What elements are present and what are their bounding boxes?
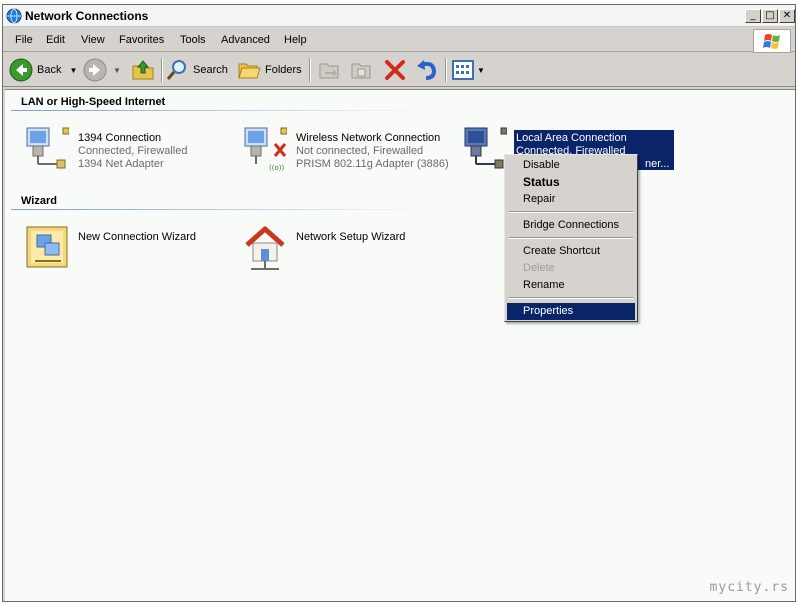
menu-item-delete: Delete bbox=[523, 262, 555, 274]
minimize-button[interactable]: _ bbox=[745, 9, 761, 23]
wireless-connection-icon: ((o)) bbox=[244, 127, 287, 172]
group-header-wizard: Wizard bbox=[21, 195, 57, 207]
menu-separator bbox=[509, 211, 633, 213]
file-list-view[interactable]: LAN or High-Speed Internet 1394 Connecti… bbox=[5, 89, 795, 601]
menu-bar: File Edit View Favorites Tools Advanced … bbox=[3, 28, 795, 53]
copy-to-button[interactable] bbox=[349, 58, 373, 82]
copy-to-icon bbox=[351, 63, 371, 79]
toolbar: Back ▼ ▼ Search Folders ▼ bbox=[3, 53, 795, 87]
menu-item-status[interactable]: Status bbox=[507, 174, 635, 191]
connection-wireless[interactable]: ((o)) Wireless Network Connection Not co… bbox=[239, 124, 469, 174]
views-button[interactable]: ▼ bbox=[451, 58, 485, 82]
move-to-button[interactable] bbox=[317, 58, 341, 82]
folders-icon bbox=[238, 63, 261, 79]
menu-item-disable[interactable]: Disable bbox=[507, 157, 635, 174]
back-dropdown-icon[interactable]: ▼ bbox=[69, 66, 77, 75]
connection-device: ner... bbox=[645, 158, 670, 170]
toolbar-separator bbox=[161, 58, 163, 82]
menu-item-bridge-connections[interactable]: Bridge Connections bbox=[507, 217, 635, 234]
views-grid-icon bbox=[452, 60, 474, 80]
new-connection-wizard[interactable]: New Connection Wizard bbox=[23, 223, 223, 273]
connection-name: Local Area Connection bbox=[516, 132, 627, 144]
toolbar-separator bbox=[445, 58, 447, 82]
move-to-icon bbox=[319, 63, 339, 79]
title-bar[interactable]: Network Connections _ □ ✕ bbox=[3, 5, 795, 27]
menu-separator bbox=[509, 297, 633, 299]
undo-button[interactable] bbox=[415, 58, 439, 82]
close-button[interactable]: ✕ bbox=[779, 9, 795, 23]
wizard-name: Network Setup Wizard bbox=[296, 231, 406, 243]
new-connection-wizard-icon bbox=[26, 226, 68, 268]
folders-button[interactable]: Folders bbox=[237, 58, 302, 82]
network-connection-icon bbox=[464, 127, 507, 169]
forward-dropdown-icon[interactable]: ▼ bbox=[113, 66, 121, 75]
connection-status: Connected, Firewalled bbox=[78, 145, 188, 157]
menu-favorites[interactable]: Favorites bbox=[119, 34, 164, 46]
explorer-window: Network Connections _ □ ✕ File Edit View… bbox=[2, 4, 796, 602]
wizard-name: New Connection Wizard bbox=[78, 231, 196, 243]
back-button[interactable]: Back ▼ bbox=[9, 58, 77, 82]
delete-x-icon bbox=[385, 60, 405, 80]
context-menu: Disable Status Repair Bridge Connections… bbox=[504, 154, 638, 322]
views-dropdown-icon[interactable]: ▼ bbox=[477, 66, 485, 75]
menu-item-repair[interactable]: Repair bbox=[507, 191, 635, 208]
menu-item-rename[interactable]: Rename bbox=[507, 277, 635, 294]
delete-button[interactable] bbox=[383, 58, 407, 82]
group-divider bbox=[11, 110, 431, 111]
forward-arrow-icon bbox=[83, 58, 107, 82]
window-title: Network Connections bbox=[25, 9, 149, 23]
connection-1394[interactable]: 1394 Connection Connected, Firewalled 13… bbox=[21, 124, 221, 174]
connection-device: 1394 Net Adapter bbox=[78, 158, 164, 170]
search-button[interactable]: Search bbox=[165, 58, 228, 82]
network-connections-icon bbox=[6, 8, 22, 24]
menu-view[interactable]: View bbox=[81, 34, 105, 46]
network-connection-icon bbox=[26, 127, 69, 169]
forward-button[interactable]: ▼ bbox=[83, 58, 121, 82]
menu-tools[interactable]: Tools bbox=[180, 34, 206, 46]
back-arrow-icon bbox=[9, 58, 33, 82]
network-setup-house-icon bbox=[245, 226, 285, 270]
network-setup-wizard[interactable]: Network Setup Wizard bbox=[241, 223, 441, 273]
group-header-lan: LAN or High-Speed Internet bbox=[21, 96, 166, 108]
connection-name: Wireless Network Connection bbox=[296, 132, 441, 144]
connection-status: Not connected, Firewalled bbox=[296, 145, 424, 157]
menu-item-create-shortcut[interactable]: Create Shortcut bbox=[507, 243, 635, 260]
up-folder-button[interactable] bbox=[131, 58, 155, 82]
undo-icon bbox=[417, 60, 437, 80]
menu-edit[interactable]: Edit bbox=[46, 34, 65, 46]
group-divider bbox=[11, 209, 431, 210]
menu-advanced[interactable]: Advanced bbox=[221, 34, 270, 46]
svg-text:((o)): ((o)) bbox=[269, 164, 284, 172]
menu-file[interactable]: File bbox=[15, 34, 33, 46]
menu-help[interactable]: Help bbox=[284, 34, 307, 46]
connection-device: PRISM 802.11g Adapter (3886) bbox=[296, 158, 449, 170]
search-icon bbox=[166, 60, 186, 80]
menu-separator bbox=[509, 237, 633, 239]
menu-item-properties[interactable]: Properties bbox=[507, 303, 635, 320]
windows-logo-icon bbox=[753, 29, 791, 53]
watermark-text: mycity.rs bbox=[709, 580, 789, 595]
connection-name: 1394 Connection bbox=[78, 132, 162, 144]
maximize-button[interactable]: □ bbox=[762, 9, 778, 23]
toolbar-separator bbox=[309, 58, 311, 82]
up-folder-icon bbox=[132, 60, 154, 80]
